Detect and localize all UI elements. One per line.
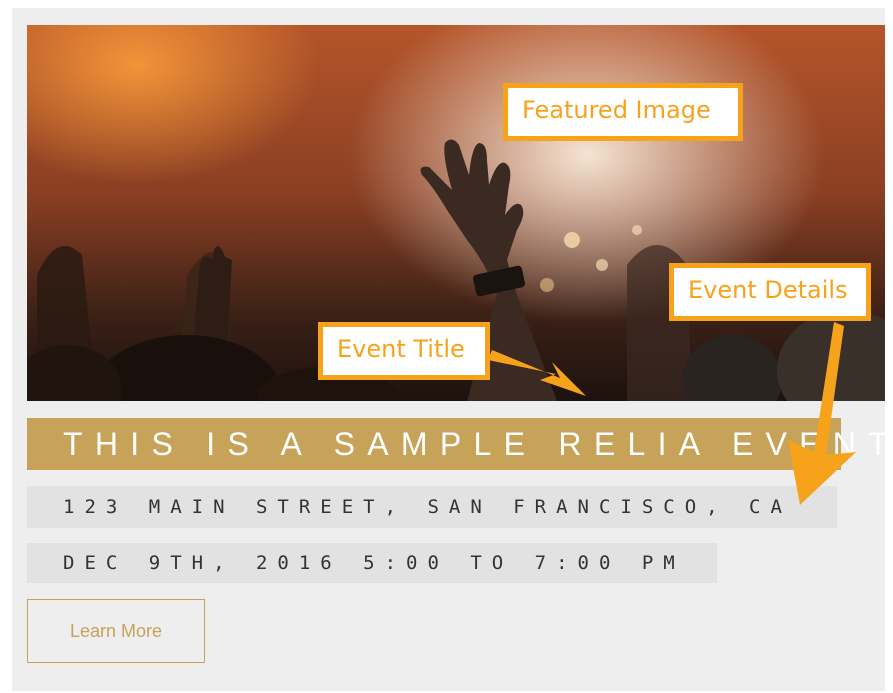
event-title[interactable]: THIS IS A SAMPLE RELIA EVENT <box>63 426 893 463</box>
event-datetime: DEC 9TH, 2016 5:00 TO 7:00 PM <box>63 552 685 574</box>
event-title-callout: Event Title <box>318 322 490 380</box>
featured-image-callout: Featured Image <box>503 83 743 141</box>
event-details-callout: Event Details <box>669 263 871 321</box>
learn-more-button[interactable]: Learn More <box>27 599 205 663</box>
event-address: 123 MAIN STREET, SAN FRANCISCO, CA <box>63 496 792 518</box>
